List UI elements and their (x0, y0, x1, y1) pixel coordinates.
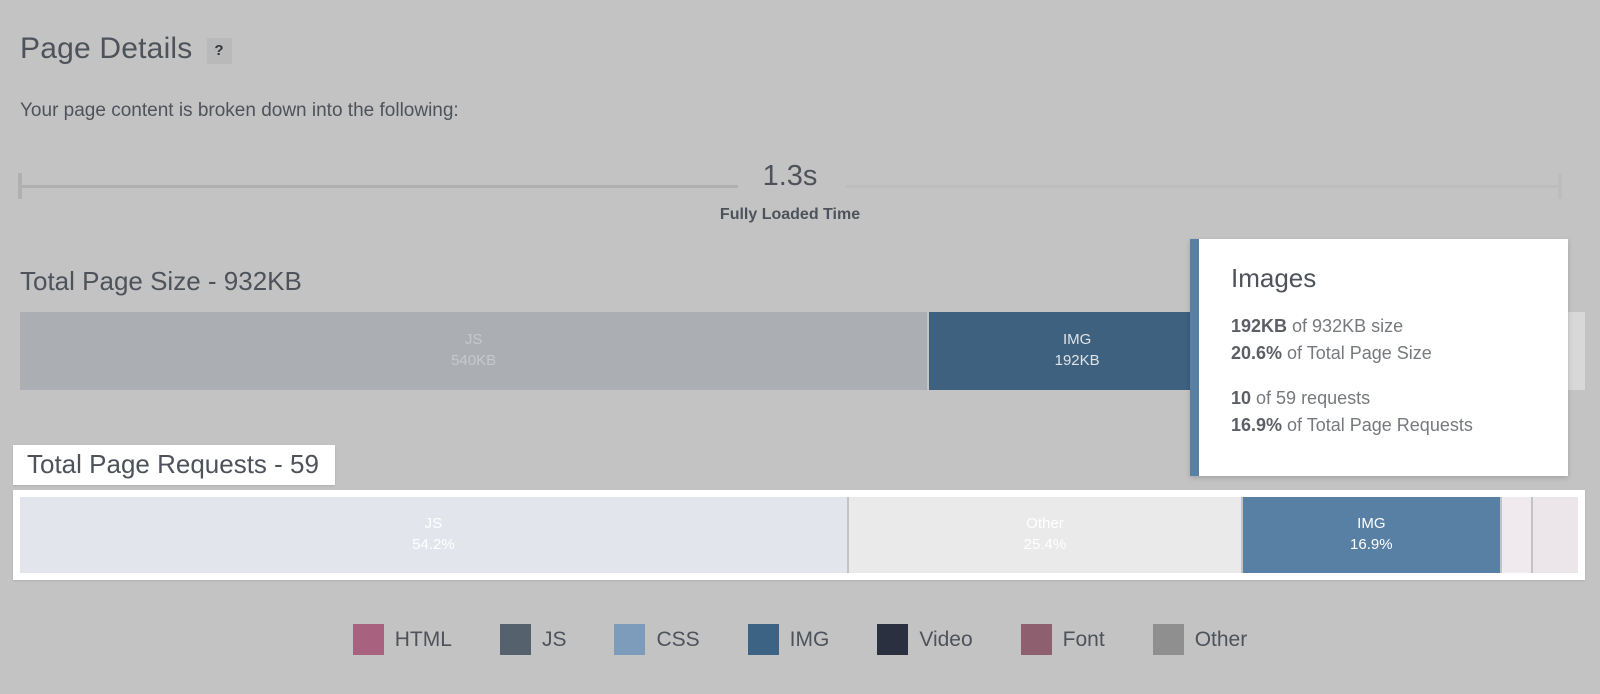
legend-swatch-font (1020, 624, 1052, 655)
size-segment-img[interactable]: IMG 192KB (929, 312, 1226, 390)
request-segment-img-label: IMG (1357, 515, 1386, 533)
request-segment-img[interactable]: IMG 16.9% (1243, 497, 1502, 573)
legend-item-html[interactable]: HTML (352, 624, 452, 655)
size-segment-js[interactable]: JS 540KB (20, 312, 930, 390)
legend-label-html: HTML (394, 627, 452, 651)
legend-item-video[interactable]: Video (877, 624, 973, 655)
tooltip-requests-pct-line: 16.9% of Total Page Requests (1231, 412, 1540, 439)
page-subtitle: Your page content is broken down into th… (20, 100, 459, 121)
tooltip-title: Images (1231, 263, 1317, 293)
request-segment-html[interactable] (1501, 497, 1533, 573)
request-segment-other-label: Other (1026, 515, 1064, 533)
tooltip-requests-pct: 16.9% (1231, 415, 1283, 436)
fully-loaded-value: 1.3s (746, 160, 834, 193)
total-page-requests-heading: Total Page Requests - 59 (27, 449, 319, 479)
legend-item-font[interactable]: Font (1020, 624, 1105, 655)
tooltip-size-pct-rest: of Total Page Size (1282, 343, 1432, 364)
legend-label-other: Other (1194, 627, 1248, 651)
tooltip-requests-pct-rest: of Total Page Requests (1282, 415, 1473, 436)
size-segment-js-label: JS (464, 331, 483, 349)
total-page-requests-bar: JS 54.2% Other 25.4% IMG 16.9% (20, 497, 1578, 573)
request-segment-other-value: 25.4% (1023, 536, 1067, 553)
legend-label-font: Font (1062, 627, 1105, 651)
fully-loaded-label: Fully Loaded Time (719, 206, 861, 223)
timeline-line-right (846, 185, 1558, 188)
legend-swatch-html (352, 624, 384, 655)
legend-label-js: JS (541, 627, 567, 651)
timeline-line-left (22, 185, 738, 188)
page-title: Page Details (20, 32, 193, 65)
tooltip-requests-value: 10 (1231, 387, 1252, 408)
legend-item-other[interactable]: Other (1152, 624, 1248, 655)
legend-label-css: CSS (656, 627, 700, 651)
tooltip-size-line: 192KB of 932KB size (1231, 313, 1540, 340)
fully-loaded-timeline: 1.3s Fully Loaded Time (18, 160, 1562, 230)
request-segment-js[interactable]: JS 54.2% (20, 497, 849, 573)
legend-item-img[interactable]: IMG (747, 624, 830, 655)
legend-label-video: Video (919, 627, 973, 651)
request-segment-other[interactable]: Other 25.4% (848, 497, 1244, 573)
total-page-requests-heading-box: Total Page Requests - 59 (13, 445, 335, 485)
request-segment-js-value: 54.2% (412, 536, 455, 553)
size-segment-img-value: 192KB (1054, 352, 1100, 369)
tooltip-size-value: 192KB (1231, 316, 1288, 336)
request-segment-js-label: JS (424, 515, 443, 533)
size-segment-img-label: IMG (1062, 331, 1092, 349)
tooltip-size-pct: 20.6% (1231, 343, 1283, 364)
legend-swatch-img (747, 624, 779, 655)
request-segment-font[interactable] (1532, 497, 1578, 573)
legend-swatch-other (1152, 624, 1184, 655)
timeline-end-cap (1558, 173, 1562, 199)
resource-type-legend: HTML JS CSS IMG Video Font Other (0, 624, 1600, 655)
size-segment-js-value: 540KB (451, 352, 497, 369)
legend-item-js[interactable]: JS (499, 624, 567, 655)
tooltip-requests-line: 10 of 59 requests (1231, 385, 1540, 412)
legend-swatch-css (614, 624, 646, 655)
help-icon[interactable]: ? (206, 37, 232, 64)
tooltip-size-pct-line: 20.6% of Total Page Size (1231, 340, 1540, 367)
legend-swatch-js (499, 624, 531, 655)
tooltip-spacer (1231, 368, 1540, 385)
legend-swatch-video (877, 624, 909, 655)
legend-label-img: IMG (789, 627, 830, 651)
request-segment-img-value: 16.9% (1350, 536, 1393, 553)
legend-item-css[interactable]: CSS (614, 624, 700, 655)
segment-tooltip: Images 192KB of 932KB size 20.6% of Tota… (1190, 239, 1568, 476)
tooltip-requests-rest: of 59 requests (1251, 387, 1371, 408)
page-header: Page Details ? (20, 34, 232, 64)
tooltip-size-rest: of 932KB size (1287, 316, 1404, 336)
total-page-requests-bar-wrap: JS 54.2% Other 25.4% IMG 16.9% (13, 490, 1585, 580)
